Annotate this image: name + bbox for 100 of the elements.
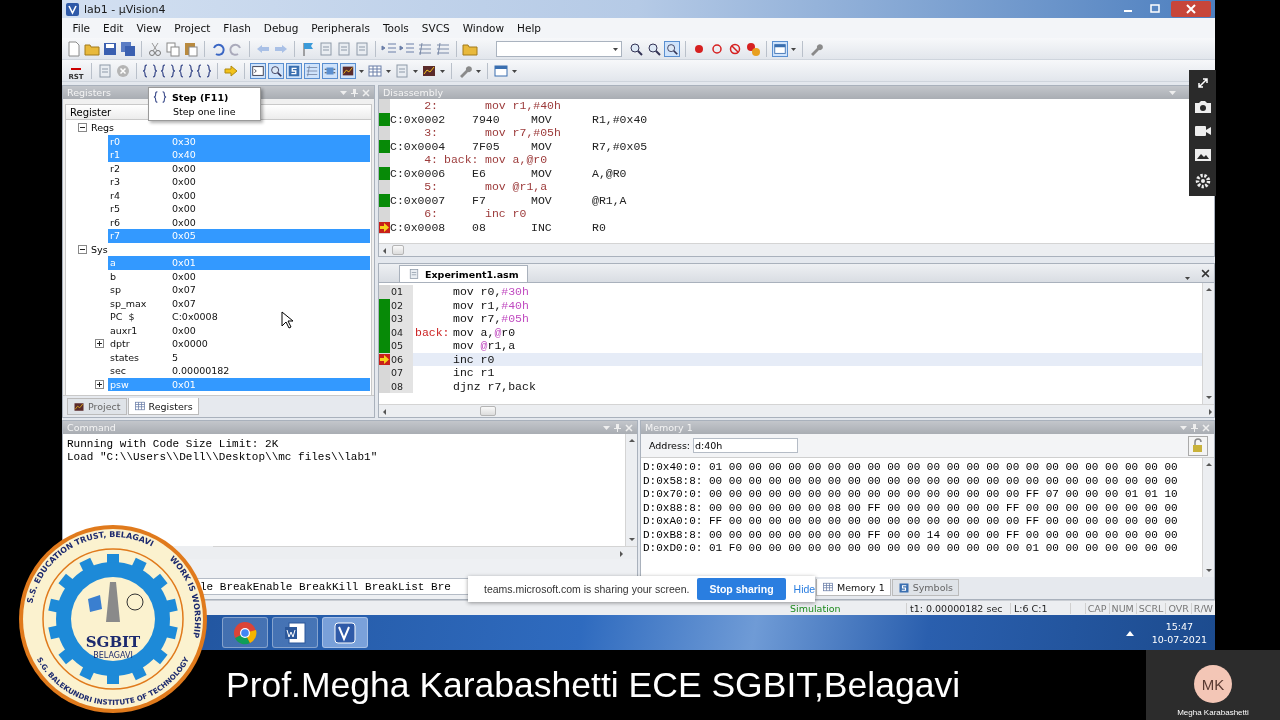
expand-icon[interactable] bbox=[95, 379, 104, 389]
horizontal-scrollbar[interactable] bbox=[379, 404, 1214, 417]
magnifier-icon[interactable] bbox=[268, 62, 284, 79]
left-arrow-icon[interactable] bbox=[381, 246, 388, 254]
register-value: 0.00000182 bbox=[172, 365, 230, 377]
menu-item[interactable]: SVCS bbox=[415, 19, 457, 37]
grid-icon[interactable] bbox=[133, 400, 146, 412]
menu-item[interactable]: File bbox=[66, 19, 97, 37]
register-row[interactable]: r3 0x00 bbox=[108, 175, 370, 189]
stop-sharing-button[interactable]: Stop sharing bbox=[697, 578, 786, 600]
symbols-icon[interactable] bbox=[286, 62, 302, 79]
lines-icon[interactable] bbox=[417, 40, 433, 57]
up-arrow-icon[interactable] bbox=[1205, 461, 1212, 468]
scrollbar-thumb[interactable] bbox=[480, 406, 496, 416]
menu-item[interactable]: Edit bbox=[96, 19, 130, 37]
collapse-icon[interactable] bbox=[78, 123, 87, 133]
taskbar-button[interactable] bbox=[272, 617, 318, 648]
register-row[interactable]: sec 0.00000182 bbox=[108, 364, 370, 378]
menu-item[interactable]: Tools bbox=[376, 19, 416, 37]
horizontal-scrollbar[interactable] bbox=[379, 243, 1214, 256]
magnifier-icon[interactable] bbox=[664, 40, 680, 57]
vertical-scrollbar[interactable] bbox=[625, 434, 637, 546]
tree-group-label: Sys bbox=[91, 243, 108, 255]
register-row[interactable]: auxr1 0x00 bbox=[108, 323, 370, 337]
down-arrow-icon[interactable] bbox=[628, 536, 635, 543]
file-tab[interactable]: Experiment1.asm bbox=[399, 265, 528, 282]
magnifier-icon[interactable] bbox=[628, 40, 644, 57]
flag-icon[interactable] bbox=[300, 40, 316, 57]
panel-tab[interactable]: Memory 1 bbox=[816, 579, 891, 596]
chart-icon[interactable] bbox=[340, 62, 356, 79]
register-row[interactable]: r6 0x00 bbox=[108, 215, 370, 229]
image-icon[interactable] bbox=[1193, 147, 1212, 162]
down-arrow-icon[interactable] bbox=[1205, 394, 1212, 401]
right-arrow-icon[interactable] bbox=[1207, 407, 1214, 415]
register-row[interactable]: dptr 0x0000 bbox=[108, 337, 370, 351]
braces-icon[interactable] bbox=[160, 62, 176, 79]
register-name: sp_max bbox=[109, 297, 148, 309]
register-row[interactable]: sp_max 0x07 bbox=[108, 296, 370, 310]
braces-icon[interactable] bbox=[196, 62, 212, 79]
lock-icon[interactable] bbox=[1188, 435, 1208, 456]
register-row[interactable]: states 5 bbox=[108, 350, 370, 364]
menu-item[interactable]: Help bbox=[510, 19, 548, 37]
panel-tab[interactable]: Project bbox=[67, 398, 127, 415]
close-icon[interactable] bbox=[1171, 1, 1211, 17]
field-label: Address: bbox=[649, 440, 691, 451]
menu-item[interactable]: Project bbox=[167, 19, 217, 37]
panel-tab[interactable]: Registers bbox=[127, 398, 199, 415]
menu-item[interactable]: Peripherals bbox=[304, 19, 377, 37]
register-row[interactable]: r2 0x00 bbox=[108, 161, 370, 175]
lines-icon[interactable] bbox=[435, 40, 451, 57]
address-field[interactable]: d:40h bbox=[693, 438, 799, 453]
floppy-disks-icon[interactable] bbox=[120, 40, 136, 57]
braces-icon[interactable] bbox=[142, 62, 158, 79]
arrow-icon[interactable] bbox=[223, 62, 239, 79]
camera-icon[interactable] bbox=[1193, 100, 1212, 115]
dots-icon[interactable] bbox=[745, 40, 761, 57]
left-arrow-icon[interactable] bbox=[381, 407, 388, 415]
console-icon[interactable] bbox=[250, 62, 266, 79]
magnifier-icon[interactable] bbox=[646, 40, 662, 57]
window-icon[interactable] bbox=[772, 40, 788, 57]
vertical-scrollbar[interactable] bbox=[1202, 283, 1214, 404]
up-arrow-icon[interactable] bbox=[628, 437, 635, 444]
expand-icon[interactable] bbox=[95, 339, 104, 349]
scissors-icon[interactable] bbox=[147, 40, 163, 57]
lines-icon[interactable] bbox=[304, 62, 320, 79]
register-row[interactable]: PC $ C:0x0008 bbox=[108, 310, 370, 324]
memory-row-text: D:0x40:0: 01 00 00 00 00 00 00 00 00 00 00 00 00 00 00 00 00 00 00 00 00 00 00 00 bbox=[643, 461, 1179, 475]
taskbar-button[interactable] bbox=[322, 617, 368, 648]
menu-item[interactable]: Flash bbox=[216, 19, 258, 37]
up-arrow-icon[interactable] bbox=[1125, 629, 1134, 636]
hide-link[interactable]: Hide bbox=[793, 583, 816, 595]
video-camera-icon[interactable] bbox=[1193, 125, 1212, 137]
symbols-icon[interactable] bbox=[897, 581, 910, 594]
settings-icon[interactable] bbox=[1194, 172, 1211, 189]
braces-icon[interactable] bbox=[178, 62, 194, 79]
operands: @R1,A bbox=[592, 193, 628, 207]
register-row[interactable]: b 0x00 bbox=[108, 269, 370, 283]
source-code: mov a,@r0 bbox=[485, 153, 548, 167]
register-row[interactable]: r5 0x00 bbox=[108, 202, 370, 216]
scrollbar-thumb[interactable] bbox=[392, 245, 404, 255]
down-arrow-icon[interactable] bbox=[1205, 567, 1212, 574]
clipboard-icon[interactable] bbox=[183, 40, 199, 57]
register-row[interactable]: sp 0x07 bbox=[108, 283, 370, 297]
menu-item[interactable]: Window bbox=[456, 19, 511, 37]
panel-tab[interactable]: Symbols bbox=[891, 579, 960, 596]
braces-icon[interactable] bbox=[153, 90, 167, 104]
close-icon[interactable] bbox=[1201, 269, 1210, 278]
window-icon[interactable] bbox=[493, 62, 509, 79]
grid-icon[interactable] bbox=[822, 581, 834, 593]
project-icon[interactable] bbox=[73, 400, 85, 413]
up-arrow-icon[interactable] bbox=[1205, 286, 1212, 293]
menu-item[interactable]: Debug bbox=[257, 19, 305, 37]
opcode: E6 bbox=[472, 166, 487, 180]
dropdown-field[interactable] bbox=[496, 40, 622, 57]
vertical-scrollbar[interactable] bbox=[1202, 458, 1214, 577]
menu-item[interactable]: View bbox=[129, 19, 168, 37]
collapse-icon[interactable] bbox=[78, 244, 87, 254]
right-arrow-icon[interactable] bbox=[618, 549, 625, 557]
register-row[interactable]: r4 0x00 bbox=[108, 188, 370, 202]
caret-icon[interactable] bbox=[1184, 274, 1191, 282]
